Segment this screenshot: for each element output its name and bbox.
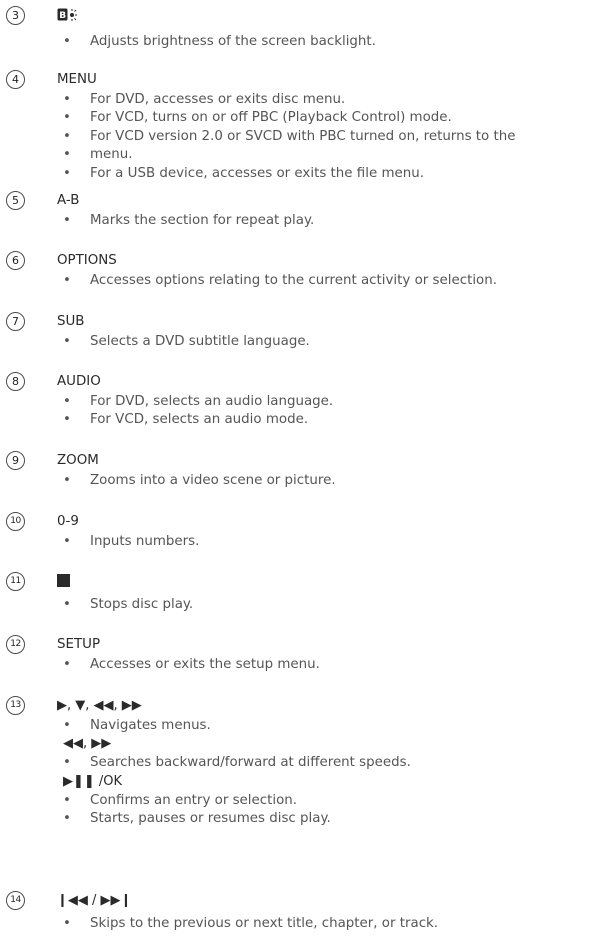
manual-page: 3 B Adjusts brightness of the screen bac… xyxy=(0,0,609,945)
item-number: 13 xyxy=(6,696,25,715)
item-label: SETUP xyxy=(57,637,101,652)
item-label: 0-9 xyxy=(57,514,79,529)
item-number: 11 xyxy=(6,572,25,591)
bullet: Navigates menus. xyxy=(63,717,609,736)
search-arrows-label: ◀◀, ▶▶ xyxy=(63,736,112,751)
bullet: Zooms into a video scene or picture. xyxy=(63,472,609,491)
play-pause-ok-label: ▶❚❚ /OK xyxy=(63,774,123,789)
svg-text:B: B xyxy=(59,11,66,21)
bullet: Skips to the previous or next title, cha… xyxy=(63,915,609,934)
item-number: 8 xyxy=(6,372,25,391)
bullet: Starts, pauses or resumes disc play. xyxy=(63,810,609,829)
item-label: ZOOM xyxy=(57,453,99,468)
bullet-continuation: menu. xyxy=(63,146,609,165)
bullet: For VCD, turns on or off PBC (Playback C… xyxy=(63,109,609,128)
brightness-icon: B xyxy=(57,8,77,21)
bullet: Inputs numbers. xyxy=(63,533,609,552)
skip-arrows-label: ❙◀◀ / ▶▶❙ xyxy=(57,893,132,908)
item-number: 12 xyxy=(6,635,25,654)
bullet: Marks the section for repeat play. xyxy=(63,212,609,231)
item-label: OPTIONS xyxy=(57,253,117,268)
item-number: 7 xyxy=(6,312,25,331)
item-label: A-B xyxy=(57,193,80,208)
navigation-arrows-label: ▶, ▼, ◀◀, ▶▶ xyxy=(57,698,142,713)
bullet: For DVD, accesses or exits disc menu. xyxy=(63,91,609,110)
item-label: SUB xyxy=(57,314,85,329)
bullet: Accesses options relating to the current… xyxy=(63,272,609,291)
bullet: Selects a DVD subtitle language. xyxy=(63,333,609,352)
item-label: MENU xyxy=(57,72,97,87)
bullet: Adjusts brightness of the screen backlig… xyxy=(63,33,609,52)
bullet: Confirms an entry or selection. xyxy=(63,792,609,811)
item-number: 14 xyxy=(6,891,25,910)
item-label: AUDIO xyxy=(57,374,101,389)
item-number: 4 xyxy=(6,70,25,89)
bullet: For VCD, selects an audio mode. xyxy=(63,411,609,430)
bullet: Accesses or exits the setup menu. xyxy=(63,656,609,675)
item-number: 6 xyxy=(6,251,25,270)
bullet: For VCD version 2.0 or SVCD with PBC tur… xyxy=(63,128,609,147)
item-number: 9 xyxy=(6,451,25,470)
bullet: Stops disc play. xyxy=(63,596,609,615)
item-number: 5 xyxy=(6,191,25,210)
bullet: Searches backward/forward at different s… xyxy=(63,754,609,773)
stop-icon xyxy=(57,574,70,587)
item-number: 3 xyxy=(6,6,25,25)
item-number: 10 xyxy=(6,512,25,531)
bullet: For a USB device, accesses or exits the … xyxy=(63,165,609,184)
bullet: For DVD, selects an audio language. xyxy=(63,393,609,412)
